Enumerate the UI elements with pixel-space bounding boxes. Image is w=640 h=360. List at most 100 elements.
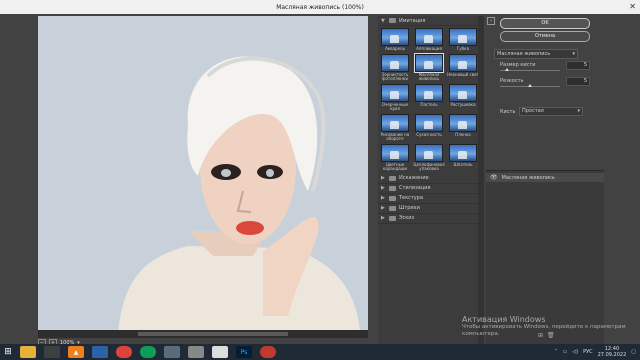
- cancel-button[interactable]: Отмена: [500, 31, 590, 42]
- group-artistic[interactable]: ▼ Имитация: [378, 16, 478, 26]
- sharpness-input[interactable]: 5: [566, 77, 590, 86]
- network-icon[interactable]: ▭: [563, 349, 568, 355]
- window-icon[interactable]: [164, 346, 180, 358]
- filter-thumb[interactable]: Зернистость фотопленки: [379, 53, 411, 82]
- thumbnail-image: [449, 113, 477, 132]
- filter-thumb[interactable]: Растушевка: [447, 83, 479, 112]
- group-label: Штрихи: [399, 205, 420, 211]
- folder-icon: [389, 195, 396, 201]
- notepad-icon[interactable]: [92, 346, 108, 358]
- eye-icon[interactable]: 👁: [490, 174, 498, 181]
- filter-label: Целлофановая упаковка: [413, 161, 445, 171]
- sharpness-param: Резкость 5: [500, 77, 590, 87]
- filter-thumb[interactable]: Очерченные края: [379, 83, 411, 112]
- texture-param: Кисть Простая ▾: [500, 107, 583, 116]
- effect-layer[interactable]: 👁 Масляная живопись: [486, 173, 604, 182]
- preview-scrollbar[interactable]: [38, 330, 368, 338]
- filter-label: Зернистость фотопленки: [381, 71, 409, 81]
- chevron-right-icon: ▶: [381, 175, 385, 181]
- thumbnail-image: [415, 143, 443, 162]
- group-label: Эскиз: [399, 215, 415, 221]
- clock-date: 27.09.2022: [597, 352, 627, 358]
- chevron-down-icon: ▾: [577, 108, 580, 114]
- filter-thumb[interactable]: Шпатель: [447, 143, 479, 172]
- brush-size-param: Размер кисти 5: [500, 61, 590, 71]
- thumbnail-image: [415, 113, 443, 132]
- brush-size-input[interactable]: 5: [566, 61, 590, 70]
- filter-thumb[interactable]: Сухая кисть: [413, 113, 445, 142]
- filter-thumb[interactable]: Пленка: [447, 113, 479, 142]
- windows-start-icon[interactable]: ⊞: [0, 347, 16, 357]
- title-bar: Масляная живопись (100%) ✕: [0, 0, 640, 14]
- filter-thumb[interactable]: Губка: [447, 28, 479, 52]
- filter-gallery: ▼ Имитация Акварель Аппликация Губка Зер…: [378, 16, 479, 346]
- scrollbar-thumb[interactable]: [138, 332, 288, 336]
- brush-size-slider-handle[interactable]: [505, 68, 509, 71]
- filter-label: Неоновый свет: [447, 71, 479, 77]
- folder-icon: [389, 185, 396, 191]
- texture-dropdown-value: Простая: [522, 108, 544, 114]
- filter-thumb[interactable]: Рисование на обороте: [379, 113, 411, 142]
- effect-layer-label: Масляная живопись: [501, 174, 555, 181]
- filter-thumb[interactable]: Целлофановая упаковка: [413, 143, 445, 172]
- window-title: Масляная живопись (100%): [276, 3, 364, 11]
- video-editor-icon[interactable]: [44, 346, 60, 358]
- filter-thumb-selected[interactable]: Масляная живопись: [413, 52, 445, 82]
- group-texture[interactable]: ▶ Текстура: [378, 194, 478, 204]
- taskbar: ⊞ ▲ Ps ˄ ▭ ◁) РУС 12:40 27.09.2022 ▢: [0, 344, 640, 360]
- filter-thumb[interactable]: Цветные карандаши: [379, 143, 411, 172]
- filter-label: Пастель: [420, 101, 438, 107]
- filter-dropdown-value: Масляная живопись: [497, 51, 551, 57]
- chrome-icon[interactable]: [260, 346, 276, 358]
- chevron-right-icon: ▶: [381, 215, 385, 221]
- chevron-right-icon: ▶: [381, 185, 385, 191]
- thumbnail-image: [381, 83, 409, 102]
- sharpness-slider-handle[interactable]: [528, 84, 532, 87]
- filter-label: Шпатель: [453, 161, 473, 167]
- filter-label: Растушевка: [450, 101, 476, 107]
- thumbnail-image: [449, 143, 477, 162]
- filter-thumb[interactable]: Неоновый свет: [447, 53, 479, 82]
- vlc-icon[interactable]: ▲: [68, 346, 84, 358]
- filter-dropdown[interactable]: Масляная живопись ▾: [494, 49, 578, 59]
- filter-thumb[interactable]: Аппликация: [413, 28, 445, 52]
- group-brush-strokes[interactable]: ▶ Штрихи: [378, 204, 478, 214]
- folder-icon: [389, 205, 396, 211]
- clock[interactable]: 12:40 27.09.2022: [598, 346, 627, 358]
- brush-size-slider[interactable]: [500, 70, 560, 71]
- photoshop-icon[interactable]: Ps: [236, 346, 252, 358]
- folder-icon: [389, 215, 396, 221]
- uploader-icon[interactable]: [188, 346, 204, 358]
- chevron-right-icon: ▶: [381, 205, 385, 211]
- filter-thumb[interactable]: Пастель: [413, 83, 445, 112]
- notifications-icon[interactable]: ▢: [631, 349, 636, 355]
- texture-label: Кисть: [500, 109, 516, 115]
- group-label: Искажение: [399, 175, 429, 181]
- chevron-down-icon: ▾: [572, 51, 575, 57]
- collapse-gallery-icon[interactable]: ‹: [487, 17, 495, 25]
- filter-label: Рисование на обороте: [380, 131, 410, 141]
- file-explorer-icon[interactable]: [20, 346, 36, 358]
- thumbnail-image: [381, 53, 409, 72]
- filter-label: Очерченные края: [381, 101, 409, 111]
- volume-icon[interactable]: ◁): [572, 349, 578, 355]
- portrait-image: [38, 16, 368, 334]
- chrome-icon[interactable]: [116, 346, 132, 358]
- filter-label: Цветные карандаши: [383, 161, 407, 171]
- group-label: Имитация: [399, 17, 426, 24]
- texture-dropdown[interactable]: Простая ▾: [519, 107, 583, 116]
- filter-thumb[interactable]: Акварель: [379, 28, 411, 52]
- language-indicator[interactable]: РУС: [583, 349, 593, 355]
- group-sketch[interactable]: ▶ Эскиз: [378, 214, 478, 224]
- document-icon[interactable]: [212, 346, 228, 358]
- chevron-down-icon: ▼: [381, 17, 385, 24]
- gallery-scrollbar[interactable]: [478, 16, 484, 346]
- ok-button[interactable]: OK: [500, 18, 590, 29]
- chevron-up-icon[interactable]: ˄: [555, 349, 558, 355]
- preview-canvas[interactable]: [38, 16, 368, 334]
- chrome-icon[interactable]: [140, 346, 156, 358]
- close-icon[interactable]: ✕: [629, 2, 636, 11]
- filter-label: Масляная живопись: [418, 71, 440, 81]
- group-stylize[interactable]: ▶ Стилизация: [378, 184, 478, 194]
- group-distort[interactable]: ▶ Искажение: [378, 174, 478, 184]
